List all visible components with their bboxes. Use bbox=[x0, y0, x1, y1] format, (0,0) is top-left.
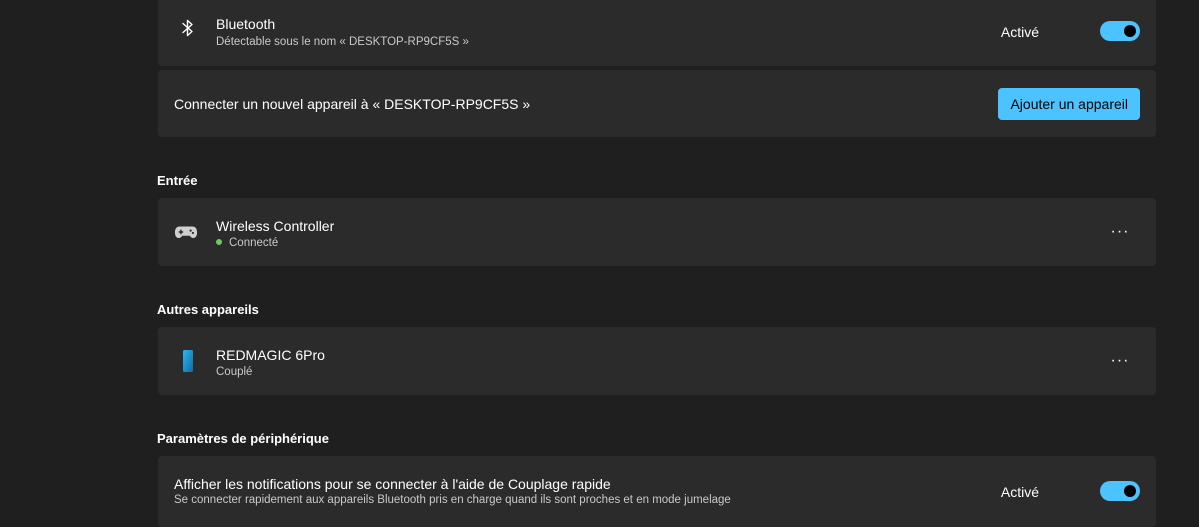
toggle-knob bbox=[1124, 25, 1136, 37]
device-name: Wireless Controller bbox=[216, 218, 335, 234]
bluetooth-status: Activé bbox=[1000, 24, 1039, 40]
device-card-wireless-controller[interactable]: Wireless Controller Connecté ··· bbox=[158, 198, 1156, 266]
add-device-button[interactable]: Ajouter un appareil bbox=[998, 88, 1140, 120]
bluetooth-toggle[interactable] bbox=[1100, 21, 1140, 41]
swift-pair-title: Afficher les notifications pour se conne… bbox=[174, 476, 611, 492]
phone-icon bbox=[176, 349, 200, 373]
section-header-device-settings: Paramètres de périphérique bbox=[157, 431, 329, 446]
add-device-card: Connecter un nouvel appareil à « DESKTOP… bbox=[158, 70, 1156, 137]
bluetooth-title: Bluetooth bbox=[216, 16, 276, 32]
add-device-text: Connecter un nouvel appareil à « DESKTOP… bbox=[174, 96, 531, 112]
swift-pair-toggle[interactable] bbox=[1100, 481, 1140, 501]
more-options-button[interactable]: ··· bbox=[1102, 345, 1138, 377]
device-status: Connecté bbox=[216, 237, 278, 249]
section-header-input: Entrée bbox=[157, 173, 198, 188]
device-status-label: Connecté bbox=[229, 237, 279, 249]
swift-pair-subtitle: Se connecter rapidement aux appareils Bl… bbox=[174, 494, 731, 506]
device-name: REDMAGIC 6Pro bbox=[216, 347, 325, 363]
bluetooth-subtitle: Détectable sous le nom « DESKTOP-RP9CF5S… bbox=[216, 36, 469, 48]
device-card-redmagic[interactable]: REDMAGIC 6Pro Couplé ··· bbox=[158, 327, 1156, 395]
bluetooth-card: Bluetooth Détectable sous le nom « DESKT… bbox=[158, 0, 1156, 66]
toggle-knob bbox=[1124, 485, 1136, 497]
bluetooth-settings-page: Bluetooth Détectable sous le nom « DESKT… bbox=[0, 0, 1199, 527]
swift-pair-card: Afficher les notifications pour se conne… bbox=[158, 456, 1156, 527]
more-options-button[interactable]: ··· bbox=[1102, 216, 1138, 248]
gamepad-icon bbox=[174, 220, 198, 244]
connected-dot-icon bbox=[216, 238, 222, 245]
swift-pair-status: Activé bbox=[1000, 484, 1039, 500]
device-status: Couplé bbox=[216, 366, 253, 378]
bluetooth-icon bbox=[176, 16, 200, 40]
section-header-other-devices: Autres appareils bbox=[157, 302, 259, 317]
